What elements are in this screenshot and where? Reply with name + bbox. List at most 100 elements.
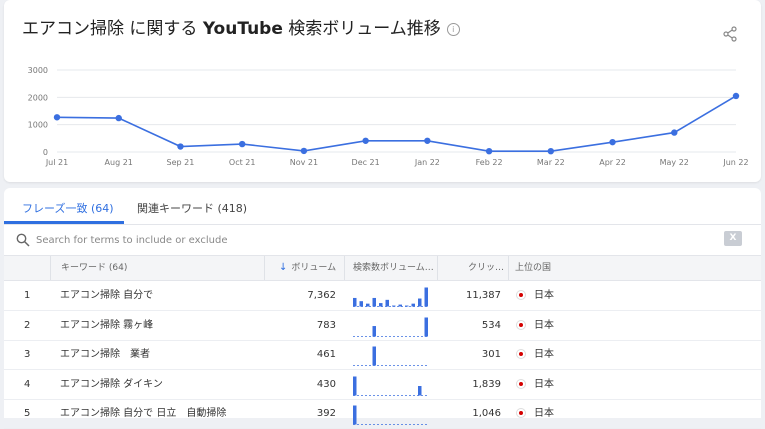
row-country: 日本 — [534, 290, 554, 301]
x-tick-label: Jul 21 — [45, 158, 68, 167]
y-tick-label: 1000 — [28, 121, 48, 130]
tab-phrase-match[interactable]: フレーズ一致 (64) — [22, 200, 114, 216]
sparkline-bar — [424, 317, 428, 336]
search-icon — [16, 233, 30, 247]
sparkline-bar — [372, 346, 376, 366]
japan-flag-icon — [517, 291, 525, 299]
x-tick-label: Feb 22 — [476, 158, 503, 167]
column-trend[interactable]: 検索数ボリューム… — [344, 256, 445, 280]
row-clicks: 1,046 — [472, 408, 501, 419]
sort-down-icon: ↓ — [279, 262, 288, 273]
table-header: キーワード (64) ↓ ボリューム 検索数ボリューム… クリッ… 上位の国 — [4, 256, 761, 281]
sparkline-bar — [372, 297, 376, 307]
x-tick-label: Sep 21 — [167, 158, 195, 167]
sparkline-bar — [353, 297, 357, 307]
row-volume: 783 — [316, 319, 336, 331]
y-tick-label: 0 — [43, 148, 48, 157]
row-country: 日本 — [534, 408, 554, 419]
x-tick-label: Jan 22 — [414, 158, 440, 167]
sparkline-bar — [418, 298, 422, 307]
sparkline-bar — [353, 405, 357, 425]
column-keyword[interactable]: キーワード (64) — [50, 256, 275, 280]
tab-phrase-match-count: (64) — [90, 202, 114, 215]
tab-bar: フレーズ一致 (64) 関連キーワード (418) — [4, 188, 761, 225]
row-clicks: 301 — [481, 349, 501, 360]
data-point — [732, 92, 740, 100]
row-volume: 461 — [316, 349, 336, 360]
row-rank: 5 — [24, 408, 31, 419]
row-clicks: 1,839 — [472, 378, 501, 390]
series-line — [56, 95, 737, 152]
table-row[interactable]: 3 エアコン掃除 業者 461 301 日本 — [4, 340, 761, 370]
row-keyword[interactable]: エアコン掃除 霧ヶ峰 — [60, 311, 153, 340]
row-keyword[interactable]: エアコン掃除 自分で 日立 自動掃除 — [60, 399, 226, 428]
data-point — [53, 114, 61, 121]
table-row[interactable]: 5 エアコン掃除 自分で 日立 自動掃除 392 1,046 日本 — [4, 399, 761, 429]
column-volume-label: ボリューム — [291, 263, 337, 273]
sparkline-bar — [424, 287, 428, 307]
table-row[interactable]: 4 エアコン掃除 ダイキン 430 1,839 日本 — [4, 370, 761, 400]
row-volume: 7,362 — [307, 290, 336, 301]
sparkline-bar — [366, 303, 370, 307]
x-tick-label: Oct 21 — [229, 158, 256, 167]
x-tick-label: Mar 22 — [537, 158, 565, 167]
row-clicks: 534 — [481, 319, 501, 331]
row-rank: 3 — [24, 349, 31, 360]
active-tab-indicator — [4, 221, 124, 224]
row-rank: 1 — [24, 290, 31, 301]
sparkline-bar — [379, 303, 383, 307]
search-bar: X — [4, 225, 761, 256]
row-keyword[interactable]: エアコン掃除 業者 — [60, 340, 150, 369]
data-point — [238, 140, 246, 148]
x-tick-label: Nov 21 — [290, 158, 318, 167]
japan-flag-icon — [517, 379, 525, 388]
x-tick-label: Apr 22 — [599, 158, 626, 167]
data-point — [609, 138, 616, 146]
japan-flag-icon — [517, 409, 525, 417]
data-point — [115, 114, 122, 122]
row-clicks: 11,387 — [466, 290, 501, 301]
row-country: 日本 — [534, 319, 554, 331]
trend-sparkline — [353, 346, 429, 366]
chart-card: エアコン掃除 に関する YouTube 検索ボリューム推移 i 0 1000 2000… — [4, 0, 761, 182]
y-tick-label: 2000 — [28, 93, 48, 102]
trend-sparkline — [353, 287, 429, 307]
data-point — [424, 137, 431, 144]
japan-flag-icon — [517, 350, 525, 358]
data-point — [671, 129, 678, 136]
sparkline-bar — [392, 305, 396, 307]
y-tick-label: 3000 — [28, 66, 48, 75]
row-volume: 430 — [316, 378, 336, 390]
excel-export-icon[interactable]: X — [724, 231, 742, 246]
table-row[interactable]: 2 エアコン掃除 霧ヶ峰 783 534 日本 — [4, 311, 761, 341]
row-volume: 392 — [316, 408, 336, 419]
sparkline-bar — [398, 304, 402, 307]
trend-sparkline — [353, 376, 429, 396]
row-country: 日本 — [534, 378, 554, 390]
data-point — [177, 143, 184, 150]
row-keyword[interactable]: エアコン掃除 ダイキン — [60, 370, 163, 399]
sparkline-bar — [411, 303, 415, 307]
line-chart: 0 1000 2000 3000 Jul 21 Aug 21 Sep 21 Oct 21 Nov… — [28, 66, 749, 167]
tab-phrase-match-label: フレーズ一致 — [22, 202, 88, 215]
table-row[interactable]: 1 エアコン掃除 自分で 7,362 11,387 日本 — [4, 281, 761, 311]
column-top-country[interactable]: 上位の国 — [508, 256, 595, 280]
x-tick-label: May 22 — [660, 158, 689, 167]
row-country: 日本 — [534, 349, 554, 360]
tab-related-keywords[interactable]: 関連キーワード (418) — [137, 200, 247, 216]
row-keyword[interactable]: エアコン掃除 自分で — [60, 281, 153, 310]
data-point — [362, 137, 369, 144]
japan-flag-icon — [517, 320, 525, 329]
x-tick-label: Aug 21 — [105, 158, 133, 167]
sparkline-bar — [405, 305, 409, 307]
data-point — [300, 147, 308, 155]
sparkline-bar — [385, 299, 389, 307]
keyword-panel: フレーズ一致 (64) 関連キーワード (418) X キーワード (64) ↓… — [4, 188, 761, 429]
data-point — [547, 147, 555, 155]
row-rank: 4 — [24, 378, 31, 390]
sparkline-bar — [359, 301, 363, 307]
search-input[interactable] — [36, 230, 636, 250]
sparkline-bar — [372, 325, 376, 336]
row-rank: 2 — [24, 319, 31, 331]
x-tick-label: Jun 22 — [722, 158, 748, 167]
